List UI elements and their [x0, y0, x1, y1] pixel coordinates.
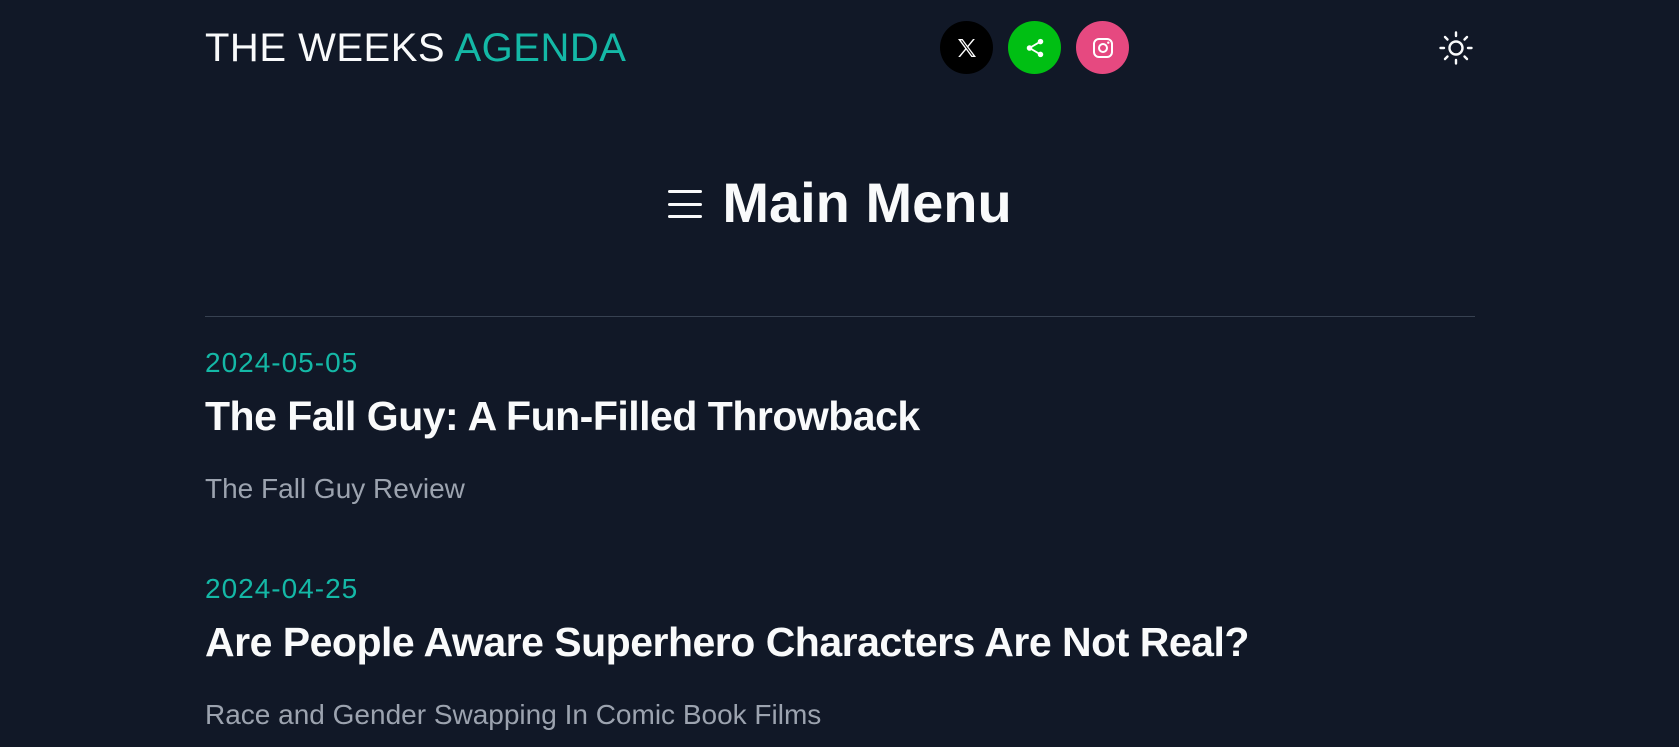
content-container: THE WEEKS AGENDA Main Menu 2024-05-05 Th…	[205, 0, 1475, 730]
main-menu-heading: Main Menu	[205, 170, 1475, 236]
share-icon	[1026, 38, 1043, 57]
hamburger-icon[interactable]	[668, 188, 703, 218]
site-header: THE WEEKS AGENDA	[205, 0, 1475, 96]
post-date: 2024-05-05	[205, 347, 359, 378]
section-divider	[205, 316, 1475, 317]
sun-icon	[1439, 31, 1473, 65]
post-title-link[interactable]: The Fall Guy: A Fun-Filled Throwback	[205, 390, 1475, 442]
social-buttons	[940, 21, 1129, 74]
x-logo-icon	[957, 38, 976, 57]
post-summary: The Fall Guy Review	[205, 473, 465, 504]
theme-toggle-button[interactable]	[1437, 29, 1475, 67]
brand-main-text: THE WEEKS	[205, 26, 455, 70]
hamburger-line	[668, 215, 703, 218]
post-item: 2024-05-05 The Fall Guy: A Fun-Filled Th…	[205, 346, 1475, 506]
post-summary: Race and Gender Swapping In Comic Book F…	[205, 699, 822, 730]
x-share-button[interactable]	[940, 21, 993, 74]
main-menu-title: Main Menu	[722, 171, 1012, 234]
brand-accent-text: AGENDA	[454, 26, 627, 70]
instagram-button[interactable]	[1076, 21, 1129, 74]
site-logo-link[interactable]: THE WEEKS AGENDA	[205, 24, 626, 72]
hamburger-line	[668, 202, 703, 206]
hamburger-line	[668, 190, 703, 193]
page: THE WEEKS AGENDA Main Menu 2024-05-05 Th…	[0, 0, 1679, 747]
instagram-icon	[1092, 37, 1113, 58]
post-item: 2024-04-25 Are People Aware Superhero Ch…	[205, 572, 1475, 732]
post-date: 2024-04-25	[205, 573, 359, 604]
post-title-link[interactable]: Are People Aware Superhero Characters Ar…	[205, 616, 1475, 668]
share-button[interactable]	[1008, 21, 1061, 74]
